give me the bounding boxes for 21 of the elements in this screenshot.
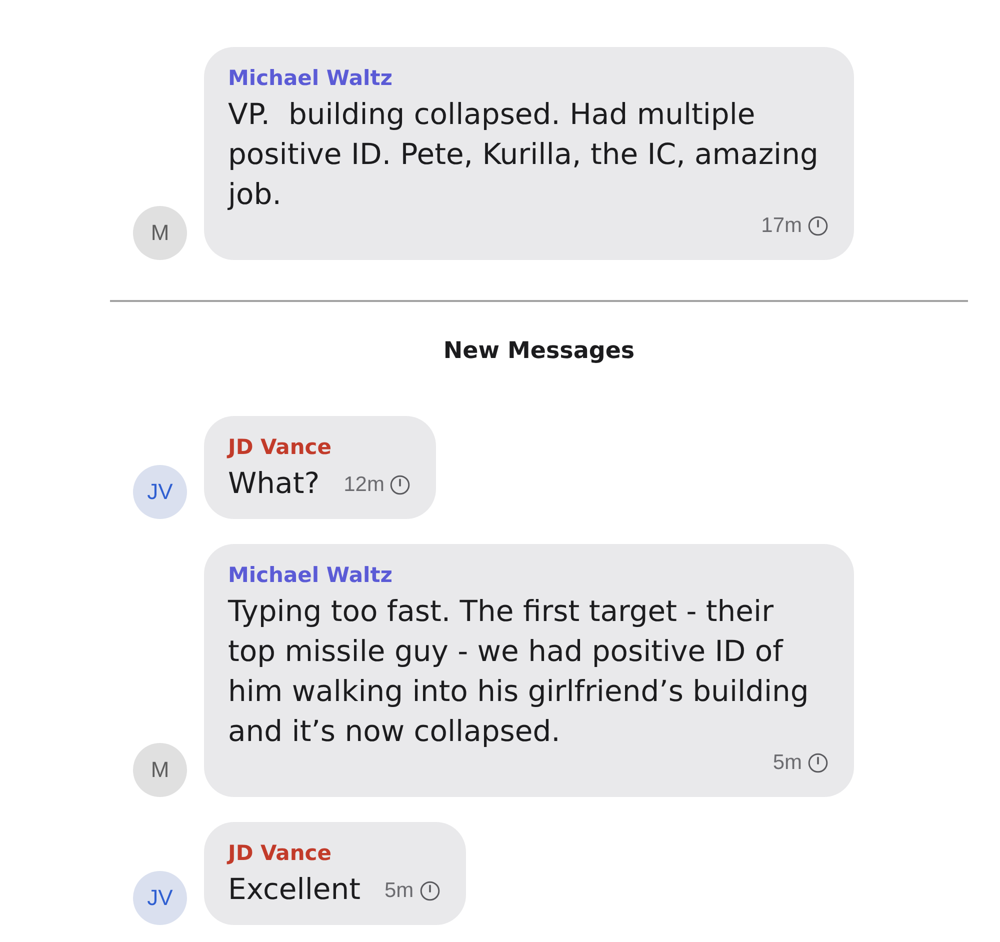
clock-icon: [808, 216, 828, 236]
message-text: VP. building collapsed. Had multiple positive ID. Pete, Kurilla, the IC, amazing job.: [228, 96, 820, 213]
message-text: What?: [228, 465, 320, 502]
message-text: Excellent: [228, 871, 360, 908]
user-avatar: M: [133, 743, 187, 797]
clock-icon: [420, 881, 440, 901]
clock-icon: [808, 753, 828, 773]
message-time: 5m: [772, 751, 802, 775]
user-avatar: JV: [133, 465, 187, 519]
message-time: 17m: [761, 214, 802, 238]
user-avatar: JV: [133, 871, 187, 925]
sender-name: JD Vance: [228, 435, 332, 459]
new-messages-label: New Messages: [443, 337, 635, 366]
message-text: Typing too fast. The first target - their top missile guy - we had positive ID of him walking into his girlfriend’s building and it’s now collapsed.: [228, 593, 810, 750]
message-time: 5m: [384, 879, 414, 903]
user-avatar: M: [133, 206, 187, 260]
sender-name: Michael Waltz: [228, 66, 392, 90]
message-time: 12m: [344, 473, 384, 497]
clock-icon: [390, 475, 410, 495]
sender-name: JD Vance: [228, 841, 332, 865]
sender-name: Michael Waltz: [228, 563, 392, 587]
